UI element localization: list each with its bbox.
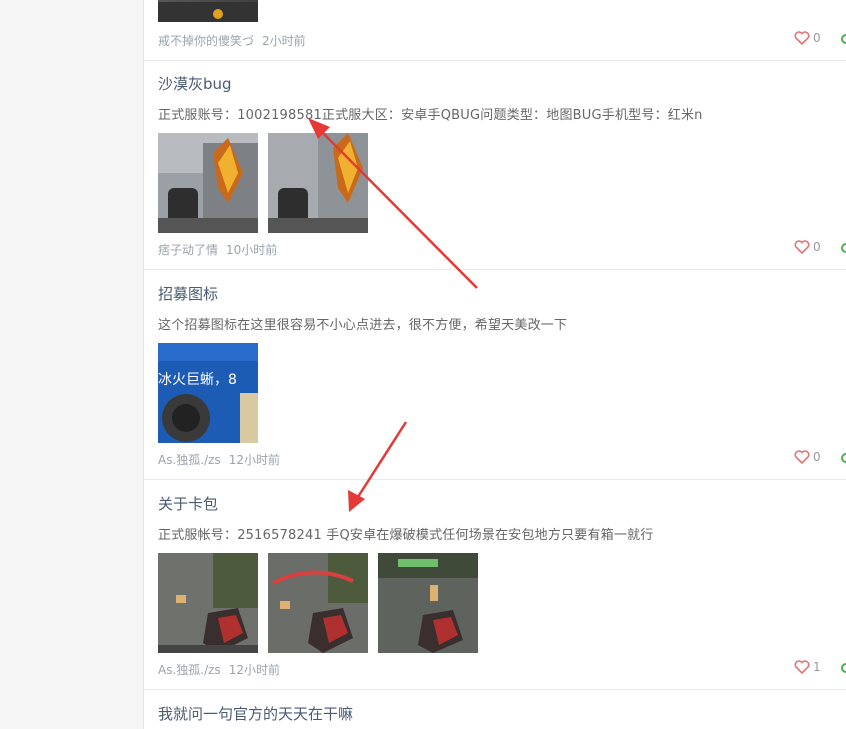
post-title[interactable]: 关于卡包 — [158, 493, 218, 514]
post-meta: As.独孤./zs 12小时前 — [158, 661, 280, 678]
post-description: 正式服帐号：2516578241 手Q安卓在爆破模式任何场景在安包地方只要有箱一… — [158, 528, 654, 543]
like-button[interactable]: 0 — [794, 240, 821, 254]
like-count: 0 — [813, 240, 821, 254]
recruit-screenshot — [158, 343, 258, 443]
post-image[interactable] — [378, 553, 478, 653]
post-item[interactable]: 招募图标 这个招募图标在这里很容易不小心点进去，很不方便，希望天美改一下 冰火巨… — [144, 270, 846, 480]
author-name[interactable]: 痞子动了情 — [158, 243, 218, 257]
circle-icon — [841, 453, 846, 463]
post-image[interactable]: 冰火巨蜥，8 — [158, 343, 258, 443]
knife-screenshot-1 — [158, 133, 258, 233]
post-meta: 戒不掉你的傻笑づ 2小时前 — [158, 32, 306, 49]
heart-icon — [794, 450, 810, 464]
like-count: 0 — [813, 31, 821, 45]
gun-screenshot-2 — [268, 553, 368, 653]
post-feed: 戒不掉你的傻笑づ 2小时前 0 沙漠灰bug 正式服账号：1002198581正式… — [144, 0, 846, 729]
post-title[interactable]: 招募图标 — [158, 283, 218, 304]
knife-screenshot-2 — [268, 133, 368, 233]
left-gutter — [0, 0, 144, 729]
post-item[interactable]: 沙漠灰bug 正式服账号：1002198581正式服大区：安卓手QBUG问题类型… — [144, 60, 846, 270]
weapon-thumbnail — [158, 2, 258, 22]
author-name[interactable]: As.独孤./zs — [158, 663, 221, 677]
like-button[interactable]: 0 — [794, 31, 821, 45]
heart-icon — [794, 660, 810, 674]
post-image[interactable] — [268, 553, 368, 653]
heart-icon — [794, 31, 810, 45]
gun-screenshot-3 — [378, 553, 478, 653]
post-meta: 痞子动了情 10小时前 — [158, 241, 277, 258]
post-image[interactable] — [268, 133, 368, 233]
post-image[interactable] — [158, 553, 258, 653]
author-name[interactable]: 戒不掉你的傻笑づ — [158, 34, 254, 48]
post-time: 10小时前 — [226, 243, 278, 257]
post-time: 12小时前 — [228, 663, 280, 677]
circle-icon — [841, 663, 846, 673]
post-item[interactable]: 我就问一句官方的天天在干嘛 — [144, 690, 846, 729]
circle-icon — [841, 34, 846, 44]
like-button[interactable]: 0 — [794, 450, 821, 464]
like-count: 0 — [813, 450, 821, 464]
post-time: 2小时前 — [262, 34, 306, 48]
post-title[interactable]: 沙漠灰bug — [158, 73, 232, 94]
circle-icon — [841, 243, 846, 253]
post-image[interactable] — [158, 133, 258, 233]
author-name[interactable]: As.独孤./zs — [158, 453, 221, 467]
image-caption: 冰火巨蜥，8 — [158, 372, 237, 388]
post-item[interactable]: 戒不掉你的傻笑づ 2小时前 0 — [144, 0, 846, 61]
post-title[interactable]: 我就问一句官方的天天在干嘛 — [158, 703, 353, 724]
heart-icon — [794, 240, 810, 254]
post-description: 这个招募图标在这里很容易不小心点进去，很不方便，希望天美改一下 — [158, 318, 568, 333]
post-meta: As.独孤./zs 12小时前 — [158, 451, 280, 468]
post-time: 12小时前 — [228, 453, 280, 467]
post-description: 正式服账号：1002198581正式服大区：安卓手QBUG问题类型：地图BUG手… — [158, 108, 703, 123]
post-image[interactable] — [158, 0, 258, 22]
post-item[interactable]: 关于卡包 正式服帐号：2516578241 手Q安卓在爆破模式任何场景在安包地方… — [144, 480, 846, 690]
gun-screenshot-1 — [158, 553, 258, 653]
like-button[interactable]: 1 — [794, 660, 821, 674]
like-count: 1 — [813, 660, 821, 674]
